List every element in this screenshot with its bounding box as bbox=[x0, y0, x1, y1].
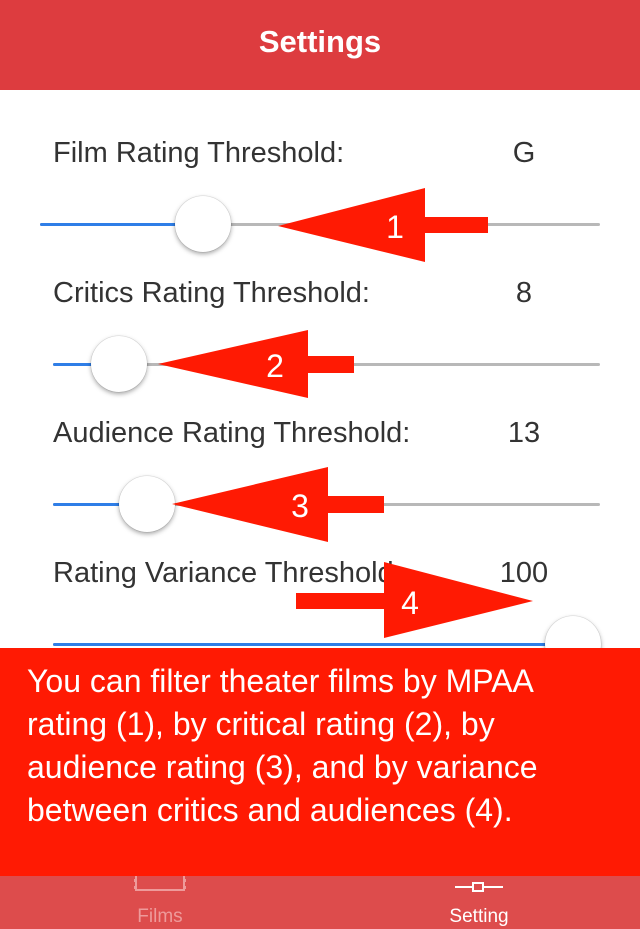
arrow-label-3: 3 bbox=[291, 488, 309, 524]
tab-films-label: Films bbox=[137, 906, 183, 927]
tab-films[interactable]: Films bbox=[80, 876, 240, 929]
arrow-label-4: 4 bbox=[401, 585, 419, 621]
arrow-label-1: 1 bbox=[386, 209, 404, 245]
tab-setting[interactable]: Setting bbox=[399, 876, 559, 929]
tab-bar: Films Setting bbox=[0, 876, 640, 929]
films-icon bbox=[134, 876, 186, 891]
arrow-2: 2 bbox=[158, 330, 354, 398]
arrow-label-2: 2 bbox=[266, 348, 284, 384]
arrow-3: 3 bbox=[172, 467, 384, 542]
settings-slider-icon bbox=[455, 882, 503, 892]
tab-setting-label: Setting bbox=[449, 906, 509, 927]
explanation-text: You can filter theater films by MPAA rat… bbox=[27, 663, 538, 828]
annotation-arrows: 1 2 3 4 bbox=[158, 188, 533, 638]
arrow-1: 1 bbox=[278, 188, 488, 262]
explanation-overlay: You can filter theater films by MPAA rat… bbox=[0, 648, 640, 876]
arrow-4: 4 bbox=[296, 562, 533, 638]
